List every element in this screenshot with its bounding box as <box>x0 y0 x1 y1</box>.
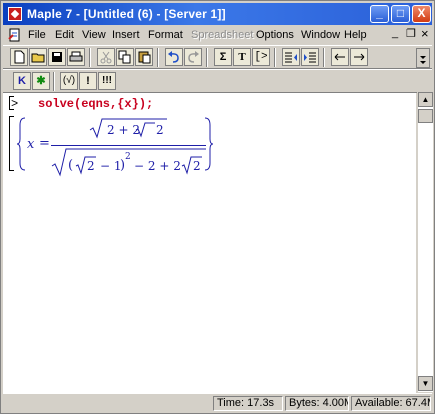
toolbar-separator <box>157 48 159 67</box>
menu-file[interactable]: File <box>28 29 46 41</box>
scroll-down-icon[interactable]: ▼ <box>418 376 433 391</box>
maximize-button[interactable]: □ <box>391 5 410 23</box>
output-numerator-inner: 2 <box>156 123 164 137</box>
minimize-button[interactable]: _ <box>370 5 389 23</box>
eval-button[interactable]: (√) <box>60 72 78 90</box>
prompt-icon[interactable]: [> <box>252 48 270 66</box>
scroll-up-icon[interactable]: ▲ <box>418 92 433 107</box>
toolbar-separator <box>274 48 276 67</box>
right-brace-icon <box>204 117 214 171</box>
menu-bar: File Edit View Insert Format Spreadsheet… <box>3 26 432 44</box>
left-brace-icon <box>16 117 26 171</box>
maple-window: Maple 7 - [Untitled (6) - [Server 1]] _ … <box>0 0 435 414</box>
output-denominator-part: − 1 <box>100 159 122 173</box>
output-lhs: x <box>27 137 35 152</box>
output-exponent: 2 <box>125 152 131 162</box>
undo-icon[interactable] <box>165 48 183 66</box>
denominator-open-paren: ( <box>68 158 74 173</box>
menu-help[interactable]: Help <box>344 29 367 41</box>
toolbar-separator <box>89 48 91 67</box>
execute-icon[interactable]: ✱ <box>32 72 50 90</box>
output-expression: x = 2 + 2 2 ( 2 − 1 ) 2 − 2 + 2 2 <box>3 93 416 183</box>
new-icon[interactable] <box>10 48 28 66</box>
forward-arrow-icon[interactable] <box>350 48 368 66</box>
sum-icon[interactable]: Σ <box>214 48 232 66</box>
menu-options[interactable]: Options <box>256 29 294 41</box>
execute-all-button[interactable]: !!! <box>98 72 116 90</box>
menu-view[interactable]: View <box>82 29 106 41</box>
worksheet-area[interactable]: > solve(eqns,{x}); x = 2 + 2 2 (2 − 1)… <box>3 92 416 393</box>
doc-restore-button[interactable]: ❐ <box>406 27 416 40</box>
paste-icon[interactable] <box>135 48 153 66</box>
copy-icon[interactable] <box>116 48 134 66</box>
toolbar-overflow-icon[interactable] <box>416 48 430 68</box>
output-numerator: 2 + 2 <box>107 123 140 137</box>
status-available: Available: 67.4M <box>351 396 431 411</box>
text-icon[interactable]: T <box>233 48 251 66</box>
execute-group-button[interactable]: ! <box>79 72 97 90</box>
document-icon[interactable] <box>8 28 22 42</box>
back-arrow-icon[interactable] <box>331 48 349 66</box>
main-toolbar: Σ T [> <box>3 45 432 69</box>
output-equals: = <box>39 136 50 151</box>
vertical-scrollbar[interactable]: ▲ ▼ <box>417 92 433 392</box>
toolbar-separator <box>53 72 55 91</box>
toolbar-separator <box>206 48 208 67</box>
context-toolbar: K ✱ (√) ! !!! <box>3 69 432 93</box>
status-time: Time: 17.3s <box>213 396 283 411</box>
status-bytes: Bytes: 4.00M <box>285 396 349 411</box>
indent-icon[interactable] <box>301 48 319 66</box>
menu-edit[interactable]: Edit <box>55 29 74 41</box>
maple-input-button[interactable]: K <box>13 72 31 90</box>
status-bar: Time: 17.3s Bytes: 4.00M Available: 67.4… <box>3 393 432 413</box>
toolbar-separator <box>323 48 325 67</box>
window-title: Maple 7 - [Untitled (6) - [Server 1]] <box>27 7 226 21</box>
redo-icon <box>184 48 202 66</box>
menu-spreadsheet: Spreadsheet <box>191 29 254 41</box>
print-icon[interactable] <box>67 48 85 66</box>
close-button[interactable]: X <box>412 5 431 23</box>
title-bar[interactable]: Maple 7 - [Untitled (6) - [Server 1]] _ … <box>3 3 432 25</box>
doc-minimize-button[interactable]: _ <box>392 27 398 39</box>
fraction-bar <box>51 145 206 146</box>
output-denominator-inner: 2 <box>193 159 201 173</box>
output-denominator-rest: − 2 + 2 <box>134 159 181 173</box>
scroll-thumb[interactable] <box>418 109 433 123</box>
output-denominator-a: 2 <box>87 159 95 173</box>
menu-window[interactable]: Window <box>301 29 340 41</box>
save-icon[interactable] <box>48 48 66 66</box>
cut-icon <box>97 48 115 66</box>
outdent-icon[interactable] <box>282 48 300 66</box>
open-icon[interactable] <box>29 48 47 66</box>
doc-close-button[interactable]: × <box>421 26 429 41</box>
maple-app-icon[interactable] <box>8 7 22 21</box>
menu-insert[interactable]: Insert <box>112 29 140 41</box>
menu-format[interactable]: Format <box>148 29 183 41</box>
